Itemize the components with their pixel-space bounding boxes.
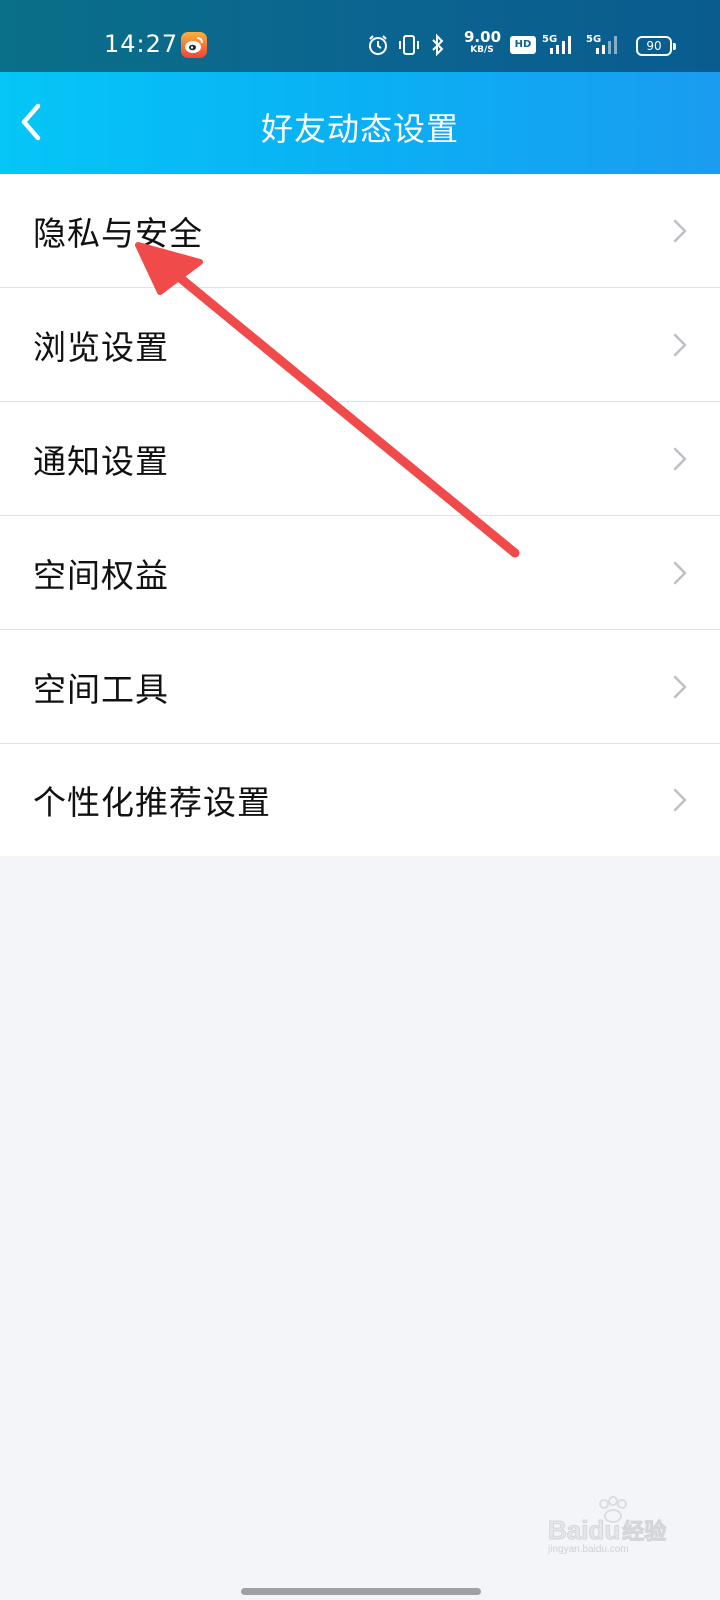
menu-item-notification-settings[interactable]: 通知设置 xyxy=(0,402,720,516)
signal-icon xyxy=(596,36,617,54)
vibrate-icon xyxy=(399,35,419,55)
menu-item-privacy-security[interactable]: 隐私与安全 xyxy=(0,174,720,288)
speed-value: 9.00 xyxy=(464,28,502,46)
menu-item-space-benefits[interactable]: 空间权益 xyxy=(0,516,720,630)
menu-item-space-tools[interactable]: 空间工具 xyxy=(0,630,720,744)
chevron-right-icon xyxy=(673,675,687,698)
battery-icon: 90 xyxy=(636,36,676,56)
chevron-right-icon xyxy=(673,788,687,812)
bluetooth-icon xyxy=(432,33,444,57)
speed-unit: KB/S xyxy=(470,45,494,55)
chevron-right-icon xyxy=(673,561,687,584)
menu-item-label: 个性化推荐设置 xyxy=(33,783,271,822)
hd-badge: HD xyxy=(510,36,536,54)
menu-item-label: 空间工具 xyxy=(33,669,169,709)
weibo-app-icon xyxy=(181,32,207,58)
watermark: Baidu经验 jingyan.baidu.com xyxy=(547,1496,688,1555)
menu-item-browse-settings[interactable]: 浏览设置 xyxy=(0,288,720,402)
status-bar: 14:27 9.00 KB/S HD 5G 5G 90 xyxy=(0,0,720,72)
page-title: 好友动态设置 xyxy=(260,110,459,148)
chevron-right-icon xyxy=(673,447,687,470)
home-indicator[interactable] xyxy=(241,1588,481,1595)
chevron-right-icon xyxy=(673,219,687,242)
watermark-url: jingyan.baidu.com xyxy=(548,1544,629,1555)
settings-menu: 隐私与安全 浏览设置 通知设置 空间权益 空间工具 个性化推荐设置 xyxy=(0,174,720,856)
menu-item-label: 空间权益 xyxy=(33,555,169,595)
watermark-suffix: 经验 xyxy=(622,1519,667,1545)
screen: 14:27 9.00 KB/S HD 5G 5G 90 好友动态设置 隐私与安全… xyxy=(0,0,720,1600)
menu-item-personalized-recommendation[interactable]: 个性化推荐设置 xyxy=(0,744,720,856)
signal-icon xyxy=(550,36,571,54)
status-time: 14:27 xyxy=(104,30,179,58)
chevron-right-icon xyxy=(673,333,687,356)
watermark-brand: Bai xyxy=(547,1515,589,1546)
menu-item-label: 浏览设置 xyxy=(33,327,169,367)
alarm-icon xyxy=(369,35,387,55)
menu-item-label: 通知设置 xyxy=(33,441,169,481)
network-speed: 9.00 KB/S xyxy=(464,28,502,55)
header: 好友动态设置 xyxy=(0,72,720,174)
watermark-brand-mid: du xyxy=(588,1515,621,1546)
menu-item-label: 隐私与安全 xyxy=(33,213,203,253)
